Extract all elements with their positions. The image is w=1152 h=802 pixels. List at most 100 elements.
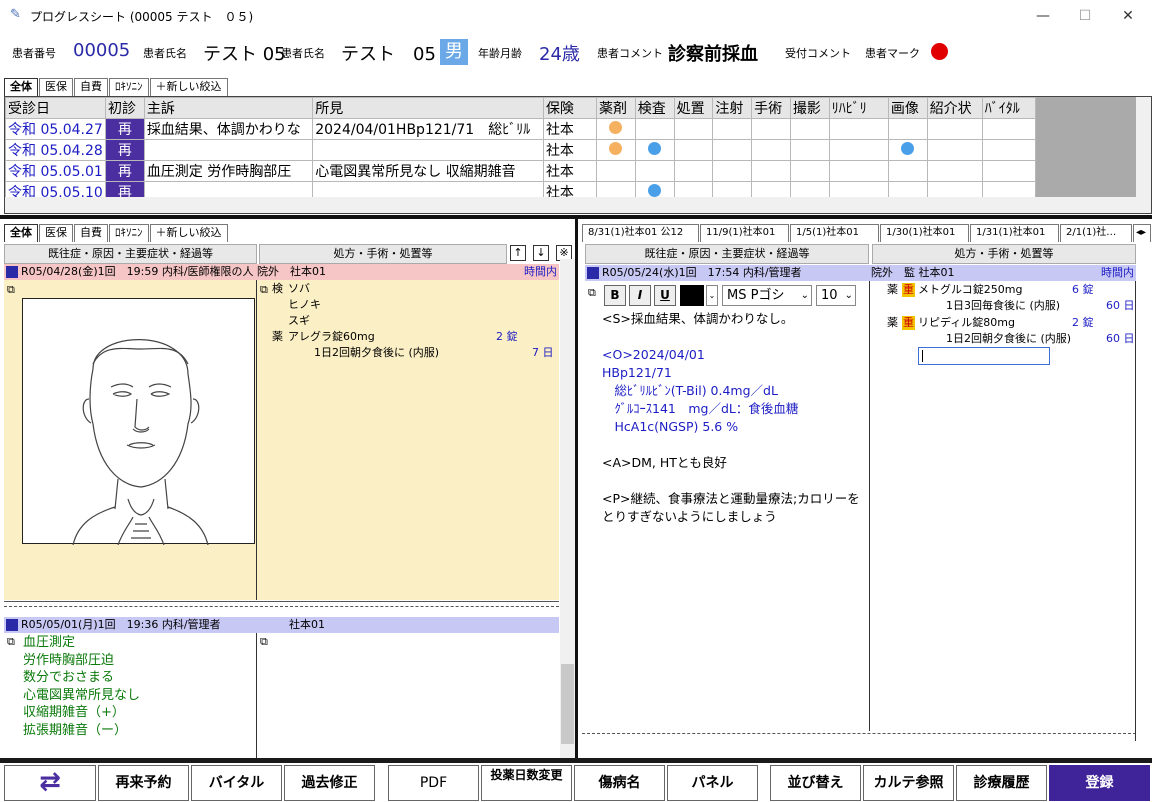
drug-dot-icon xyxy=(609,120,623,134)
tab-self-pay[interactable]: 自費 xyxy=(74,224,108,242)
rx-drug[interactable]: メトグルコ錠250mg xyxy=(918,282,1022,298)
patient-name2-label: 患者氏名 xyxy=(281,47,325,60)
soap-line: <O>2024/04/01 xyxy=(602,347,705,362)
text-color-button[interactable] xyxy=(680,285,704,306)
visit-insurance: 社本 xyxy=(542,118,598,140)
vital-button[interactable]: バイタル xyxy=(191,765,282,801)
tab-self-pay[interactable]: 自費 xyxy=(74,78,108,96)
scroll-tabs-icon[interactable]: ◂▸ xyxy=(1133,224,1151,242)
move-down-icon[interactable]: ↓ xyxy=(533,245,549,261)
visit-date: 令和 05.04.27 xyxy=(4,118,107,140)
visit-hscrollbar[interactable] xyxy=(5,197,1151,213)
bold-button[interactable]: B xyxy=(604,285,626,306)
col-complaint[interactable]: 主訴 xyxy=(143,97,314,119)
tab-history-date[interactable]: 2/1(1)社… xyxy=(1060,224,1132,242)
copy-icon[interactable]: ⧉ xyxy=(260,634,268,650)
visit-list: 受診日 初診 主訴 所見 保険 薬剤 検査 処置 注射 手術 撮影 ﾘﾊﾋﾞﾘ … xyxy=(4,96,1152,214)
col-date[interactable]: 受診日 xyxy=(4,97,107,119)
order-item[interactable]: ヒノキ xyxy=(288,297,321,313)
font-size-select[interactable]: 10 ⌄ xyxy=(816,285,856,306)
tab-new-filter[interactable]: ＋新しい絞込 xyxy=(149,224,228,242)
tab-loxonin[interactable]: ﾛｷｿﾆﾝ xyxy=(109,224,149,242)
color-dropdown-icon[interactable]: ⌄ xyxy=(706,285,718,306)
pdf-button[interactable]: PDF xyxy=(388,765,479,801)
change-days-button[interactable]: 投薬日数変更 xyxy=(481,765,572,801)
soap-line xyxy=(602,436,867,454)
col-imaging[interactable]: 撮影 xyxy=(789,97,830,119)
font-size-value: 10 xyxy=(821,288,838,303)
copy-icon[interactable]: ⧉ xyxy=(7,282,15,298)
minimize-button[interactable]: — xyxy=(1023,4,1063,28)
move-up-icon[interactable]: ↑ xyxy=(510,245,526,261)
tab-insurance[interactable]: 医保 xyxy=(39,78,73,96)
visit-type-badge: 再 xyxy=(105,118,145,140)
tab-history-date[interactable]: 1/31(1)社本01 xyxy=(970,224,1059,242)
table-row[interactable]: 令和 05.04.28 再 社本 xyxy=(4,139,1037,161)
order-item[interactable]: スギ xyxy=(288,313,310,329)
soap-editor[interactable]: <S>採血結果、体調かわりなし。 <O>2024/04/01 HBp121/71… xyxy=(602,310,867,526)
col-procedure[interactable]: 処置 xyxy=(673,97,714,119)
col-surgery[interactable]: 手術 xyxy=(751,97,791,119)
patient-age: 24歳 xyxy=(539,44,580,65)
tab-history-date[interactable]: 11/9(1)社本01 xyxy=(700,224,789,242)
revisit-button[interactable]: 再来予約 xyxy=(98,765,189,801)
test-dot-icon xyxy=(648,183,662,197)
col-referral[interactable]: 紹介状 xyxy=(926,97,983,119)
table-row[interactable]: 令和 05.04.27 再 採血結果、体調かわりな 2024/04/01HBp1… xyxy=(4,118,1037,140)
record-header[interactable]: R05/05/24(水)1回 17:54 内科/管理者 院外 監 社本01 時間… xyxy=(585,265,1136,281)
visit-vscrollbar[interactable] xyxy=(1136,97,1151,197)
underline-button[interactable]: U xyxy=(654,285,676,306)
app-icon: ✎ xyxy=(10,7,21,22)
copy-icon[interactable]: ⧉ xyxy=(7,634,15,650)
col-first[interactable]: 初診 xyxy=(105,97,145,119)
font-select[interactable]: MS Pゴシ ⌄ xyxy=(722,285,812,306)
past-edit-button[interactable]: 過去修正 xyxy=(284,765,375,801)
rx-input[interactable] xyxy=(918,347,1050,365)
col-test[interactable]: 検査 xyxy=(634,97,675,119)
left-vscrollbar[interactable] xyxy=(560,259,575,759)
panel-button[interactable]: パネル xyxy=(667,765,758,801)
tab-loxonin[interactable]: ﾛｷｿﾆﾝ xyxy=(109,78,149,96)
italic-button[interactable]: I xyxy=(629,285,651,306)
record-header[interactable]: R05/05/01(月)1回 19:36 内科/管理者 社本01 xyxy=(4,617,559,633)
order-item[interactable]: ソバ xyxy=(288,281,310,297)
face-diagram[interactable] xyxy=(22,298,255,546)
tab-all[interactable]: 全体 xyxy=(4,78,38,96)
copy-icon[interactable]: ⧉ xyxy=(588,285,596,301)
order-usage: 1日2回朝夕食後に (内服) xyxy=(314,346,440,359)
col-vital[interactable]: ﾊﾞｲﾀﾙ xyxy=(981,97,1037,119)
tab-all[interactable]: 全体 xyxy=(4,224,38,242)
col-rehab[interactable]: ﾘﾊﾋﾞﾘ xyxy=(828,97,889,119)
history-button[interactable]: 診療履歴 xyxy=(956,765,1047,801)
test-dot-icon xyxy=(648,141,662,155)
note-line: 収縮期雑音（+） xyxy=(23,705,125,720)
soap-line: <S>採血結果、体調かわりなし。 xyxy=(602,311,794,326)
patient-name2: テスト 05 xyxy=(341,44,436,65)
visit-insurance: 社本 xyxy=(542,160,598,182)
tab-insurance[interactable]: 医保 xyxy=(39,224,73,242)
col-drug[interactable]: 薬剤 xyxy=(596,97,636,119)
tab-history-date[interactable]: 1/30(1)社本01 xyxy=(880,224,969,242)
register-button[interactable]: 登録 xyxy=(1049,765,1150,801)
col-finding[interactable]: 所見 xyxy=(312,97,544,119)
col-injection[interactable]: 注射 xyxy=(712,97,753,119)
col-insurance[interactable]: 保険 xyxy=(542,97,598,119)
copy-icon[interactable]: ⧉ xyxy=(260,282,268,298)
window-title: プログレスシート (00005 テスト ０５) xyxy=(30,10,254,24)
swap-button[interactable]: ⇄ xyxy=(4,765,96,801)
tab-new-filter[interactable]: ＋新しい絞込 xyxy=(149,78,228,96)
sort-button[interactable]: 並び替え xyxy=(770,765,861,801)
note-line: 心電図異常所見なし xyxy=(23,687,141,703)
table-row[interactable]: 令和 05.05.01 再 血圧測定 労作時胸部圧 心電図異常所見なし 収縮期雑… xyxy=(4,160,1037,182)
record-time: 時間内 xyxy=(524,265,557,278)
col-image[interactable]: 画像 xyxy=(887,97,928,119)
scrollbar-thumb[interactable] xyxy=(561,664,574,744)
maximize-button[interactable]: ☐ xyxy=(1065,4,1105,28)
rx-drug[interactable]: リピディル錠80mg xyxy=(918,315,1015,331)
tab-history-date[interactable]: 8/31(1)社本01 公12 xyxy=(582,224,699,242)
tab-history-date[interactable]: 1/5(1)社本01 xyxy=(790,224,879,242)
order-item[interactable]: アレグラ錠60mg xyxy=(288,329,375,345)
chart-reference-button[interactable]: カルテ参照 xyxy=(863,765,954,801)
diagnosis-button[interactable]: 傷病名 xyxy=(574,765,665,801)
close-button[interactable]: ✕ xyxy=(1108,4,1148,28)
